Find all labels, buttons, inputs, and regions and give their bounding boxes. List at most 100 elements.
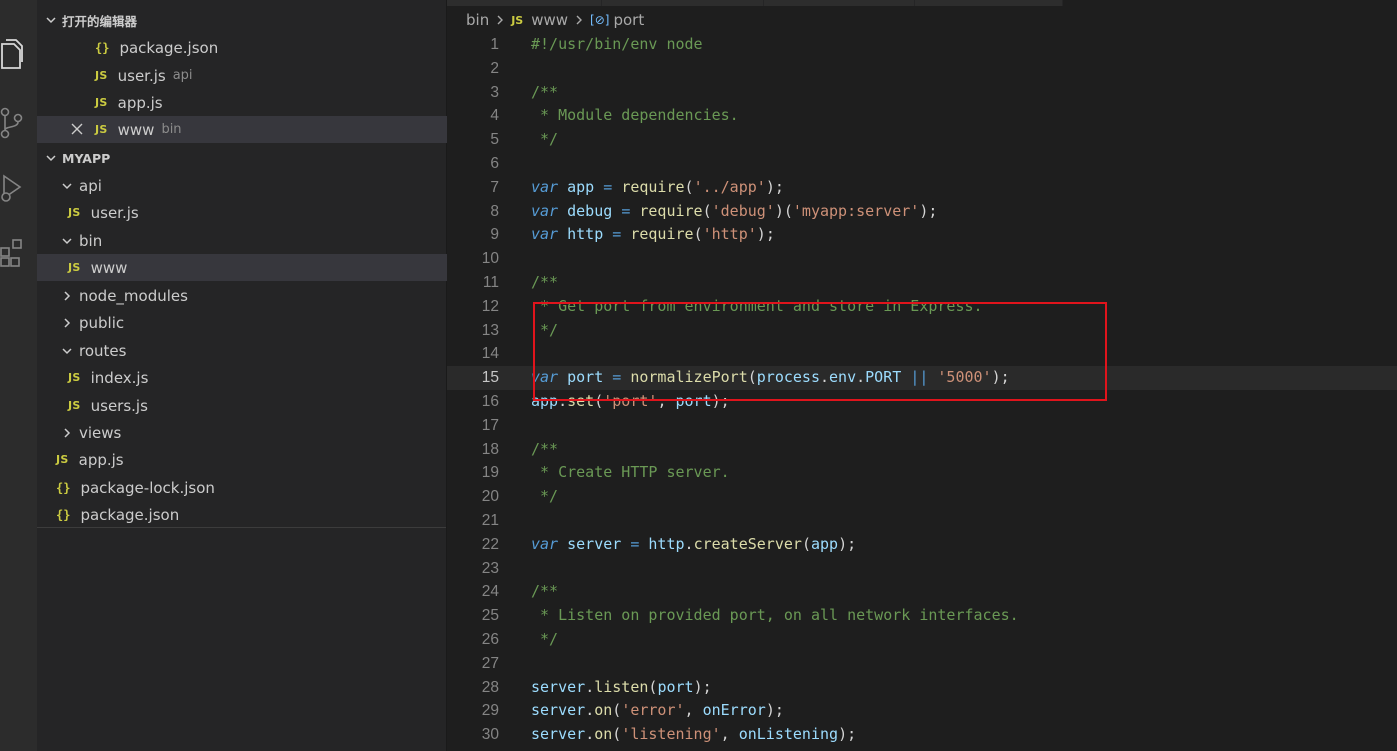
open-editors-title: 打开的编辑器	[62, 13, 138, 29]
code-line[interactable]: 28 server.listen(port);	[447, 676, 1397, 700]
open-editor-name: app.js	[117, 93, 163, 112]
tab-segment[interactable]	[915, 0, 1063, 6]
breadcrumb-symbol[interactable]: port	[613, 11, 644, 29]
chevron-right-icon	[61, 427, 73, 439]
line-number: 21	[481, 511, 499, 529]
js-file-icon: JS	[95, 69, 108, 82]
tab-segment[interactable]	[602, 0, 764, 6]
code-line[interactable]: 12 * Get port from environment and store…	[447, 295, 1397, 319]
line-number: 7	[490, 178, 499, 196]
chevron-down-icon	[61, 180, 73, 192]
project-header[interactable]: MYAPP	[37, 147, 446, 169]
breadcrumb-file[interactable]: www	[531, 11, 568, 29]
open-editor-item[interactable]: JS user.js api	[37, 62, 504, 89]
code-line[interactable]: 5 */	[447, 128, 1397, 152]
line-text: app.set('port', port);	[531, 391, 730, 410]
folder-node-modules[interactable]: node_modules	[37, 282, 470, 309]
line-number: 14	[481, 345, 499, 363]
file-package[interactable]: {} package.json	[37, 501, 465, 528]
code-line[interactable]: 20 */	[447, 485, 1397, 509]
code-line[interactable]: 26 */	[447, 628, 1397, 652]
code-line[interactable]: 6	[447, 152, 1397, 176]
extensions-icon[interactable]	[0, 236, 26, 270]
code-line[interactable]: 10	[447, 247, 1397, 271]
close-icon[interactable]	[70, 122, 84, 136]
open-editor-item[interactable]: JS app.js	[37, 89, 504, 116]
js-file-icon: JS	[68, 261, 81, 274]
code-line[interactable]: 27	[447, 652, 1397, 676]
code-line[interactable]: 24 /**	[447, 580, 1397, 604]
line-text: var http = require('http');	[531, 225, 775, 244]
code-line[interactable]: 2	[447, 57, 1397, 81]
code-line[interactable]: 15 var port = normalizePort(process.env.P…	[447, 366, 1397, 390]
chevron-right-icon	[495, 14, 505, 26]
code-line[interactable]: 23	[447, 557, 1397, 581]
file-api-user[interactable]: JS user.js	[37, 199, 477, 226]
code-line[interactable]: 19 * Create HTTP server.	[447, 461, 1397, 485]
file-routes-index[interactable]: JS index.js	[37, 364, 477, 391]
line-number: 28	[481, 678, 499, 696]
folder-bin[interactable]: bin	[37, 227, 470, 254]
code-line[interactable]: 17	[447, 414, 1397, 438]
code-line[interactable]: 30 server.on('listening', onListening);	[447, 723, 1397, 747]
js-file-icon: JS	[68, 206, 81, 219]
source-control-icon[interactable]	[0, 106, 26, 140]
line-text: /**	[531, 582, 559, 601]
line-text: var server = http.createServer(app);	[531, 534, 857, 553]
folder-routes[interactable]: routes	[37, 337, 470, 364]
code-line[interactable]: 3 /**	[447, 81, 1397, 105]
code-editor[interactable]: bin JS www [⊘] port 1 #!/usr/bin/env node…	[447, 0, 1397, 751]
chevron-right-icon	[574, 14, 584, 26]
line-text: * Create HTTP server.	[531, 463, 730, 482]
code-line[interactable]: 11 /**	[447, 271, 1397, 295]
file-package-lock[interactable]: {} package-lock.json	[37, 474, 465, 501]
code-line[interactable]: 22 var server = http.createServer(app);	[447, 533, 1397, 557]
open-editor-item[interactable]: {} package.json	[37, 34, 504, 61]
code-line[interactable]: 16 app.set('port', port);	[447, 390, 1397, 414]
code-line[interactable]: 25 * Listen on provided port, on all net…	[447, 604, 1397, 628]
file-routes-users[interactable]: JS users.js	[37, 392, 477, 419]
line-number: 13	[481, 321, 499, 339]
activity-bar	[0, 0, 37, 751]
file-app[interactable]: JS app.js	[37, 446, 465, 473]
code-line[interactable]: 4 * Module dependencies.	[447, 104, 1397, 128]
code-line[interactable]: 14	[447, 342, 1397, 366]
folder-api[interactable]: api	[37, 172, 470, 199]
open-editor-name: user.js	[117, 66, 166, 85]
explorer-icon[interactable]	[0, 38, 26, 72]
open-editors-header[interactable]: 打开的编辑器	[37, 9, 446, 31]
chevron-down-icon	[61, 345, 73, 357]
code-line[interactable]: 8 var debug = require('debug')('myapp:ser…	[447, 200, 1397, 224]
open-editor-name: www	[117, 120, 155, 139]
folder-label: api	[79, 176, 102, 195]
open-editor-desc: api	[172, 68, 193, 83]
js-file-icon: JS	[68, 399, 81, 412]
code-line[interactable]: 7 var app = require('../app');	[447, 176, 1397, 200]
code-line[interactable]: 1 #!/usr/bin/env node	[447, 33, 1397, 57]
line-text: /**	[531, 82, 559, 101]
tab-segment[interactable]	[447, 0, 602, 6]
folder-views[interactable]: views	[37, 419, 470, 446]
open-editor-desc: bin	[161, 122, 182, 137]
breadcrumb-folder[interactable]: bin	[466, 11, 489, 29]
tab-segment[interactable]	[764, 0, 915, 6]
code-area[interactable]: 1 #!/usr/bin/env node 2 3/** 4 * Module depe…	[447, 33, 1397, 747]
sidebar-top-strip	[37, 0, 446, 6]
line-text: /**	[531, 272, 559, 291]
js-file-icon: JS	[56, 453, 69, 466]
folder-label: bin	[79, 231, 103, 250]
line-number: 17	[481, 416, 499, 434]
file-bin-www[interactable]: JS www	[37, 254, 477, 281]
line-number: 20	[481, 488, 499, 506]
open-editor-item-active[interactable]: JS www bin	[37, 116, 504, 143]
code-line[interactable]: 18 /**	[447, 438, 1397, 462]
run-debug-icon[interactable]	[0, 170, 26, 204]
code-line[interactable]: 13 */	[447, 319, 1397, 343]
chevron-down-icon	[61, 235, 73, 247]
folder-public[interactable]: public	[37, 309, 470, 336]
chevron-down-icon	[45, 152, 59, 164]
code-line[interactable]: 21	[447, 509, 1397, 533]
line-text: server.on('error', onError);	[531, 701, 784, 720]
code-line[interactable]: 29 server.on('error', onError);	[447, 699, 1397, 723]
code-line[interactable]: 9 var http = require('http');	[447, 223, 1397, 247]
